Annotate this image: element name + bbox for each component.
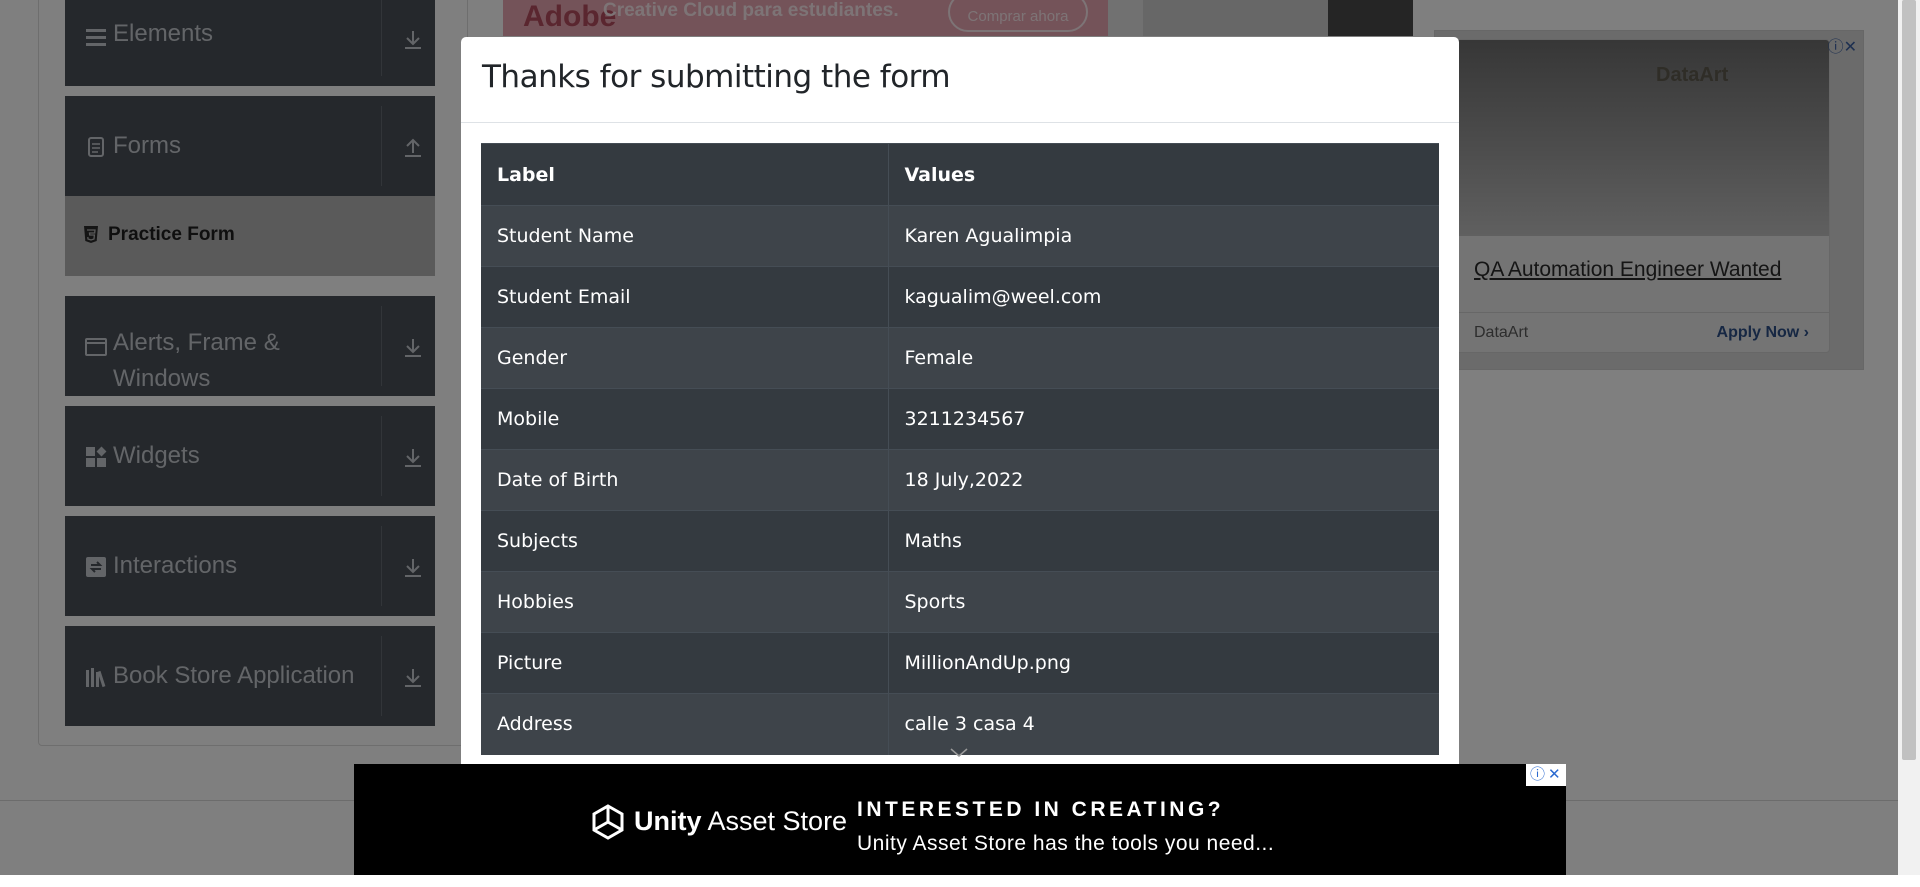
row-value: 3211234567 bbox=[888, 388, 1439, 450]
scrollbar-thumb[interactable] bbox=[1902, 0, 1916, 760]
bottom-banner-ad[interactable]: Unity Asset Store INTERESTED IN CREATING… bbox=[354, 764, 1566, 875]
row-value: MillionAndUp.png bbox=[888, 632, 1439, 694]
row-label: Student Name bbox=[481, 205, 889, 267]
table-header-row: Label Values bbox=[481, 143, 1439, 206]
table-row: Mobile 3211234567 bbox=[481, 388, 1439, 450]
ad-controls[interactable]: ⓘ ✕ bbox=[1526, 764, 1566, 786]
column-header-label: Label bbox=[481, 143, 889, 206]
row-label: Student Email bbox=[481, 266, 889, 328]
row-label: Address bbox=[481, 693, 889, 755]
modal-header: Thanks for submitting the form bbox=[461, 37, 1459, 123]
table-row: Date of Birth 18 July,2022 bbox=[481, 449, 1439, 511]
row-label: Subjects bbox=[481, 510, 889, 572]
row-value: Female bbox=[888, 327, 1439, 389]
table-row: Hobbies Sports bbox=[481, 571, 1439, 633]
row-value: 18 July,2022 bbox=[888, 449, 1439, 511]
row-value: Karen Agualimpia bbox=[888, 205, 1439, 267]
table-row: Picture MillionAndUp.png bbox=[481, 632, 1439, 694]
row-value: Maths bbox=[888, 510, 1439, 572]
ad-headline: INTERESTED IN CREATING? bbox=[857, 798, 1225, 821]
row-value: Sports bbox=[888, 571, 1439, 633]
close-icon[interactable]: ✕ bbox=[1548, 764, 1561, 786]
results-table: Label Values Student Name Karen Agualimpi… bbox=[481, 143, 1439, 755]
table-row: Student Name Karen Agualimpia bbox=[481, 205, 1439, 267]
row-label: Gender bbox=[481, 327, 889, 389]
modal-title: Thanks for submitting the form bbox=[482, 59, 951, 95]
submission-modal: Thanks for submitting the form Label Val… bbox=[461, 37, 1459, 887]
row-label: Picture bbox=[481, 632, 889, 694]
unity-brand-bold: Unity bbox=[634, 806, 702, 836]
unity-brand: Unity Asset Store bbox=[634, 806, 847, 837]
table-row: Gender Female bbox=[481, 327, 1439, 389]
ad-subline: Unity Asset Store has the tools you need… bbox=[857, 832, 1275, 855]
table-row: Subjects Maths bbox=[481, 510, 1439, 572]
table-row: Address calle 3 casa 4 bbox=[481, 693, 1439, 755]
unity-logo-icon bbox=[592, 804, 624, 840]
row-label: Mobile bbox=[481, 388, 889, 450]
column-header-values: Values bbox=[888, 143, 1439, 206]
info-icon[interactable]: ⓘ bbox=[1530, 764, 1545, 786]
row-label: Hobbies bbox=[481, 571, 889, 633]
row-label: Date of Birth bbox=[481, 449, 889, 511]
table-row: Student Email kagualim@weel.com bbox=[481, 266, 1439, 328]
chevron-down-icon bbox=[950, 748, 968, 757]
row-value: kagualim@weel.com bbox=[888, 266, 1439, 328]
modal-body: Label Values Student Name Karen Agualimpi… bbox=[461, 123, 1459, 755]
row-value: calle 3 casa 4 bbox=[888, 693, 1439, 755]
page-scrollbar[interactable] bbox=[1898, 0, 1920, 875]
unity-brand-rest: Asset Store bbox=[701, 806, 848, 836]
